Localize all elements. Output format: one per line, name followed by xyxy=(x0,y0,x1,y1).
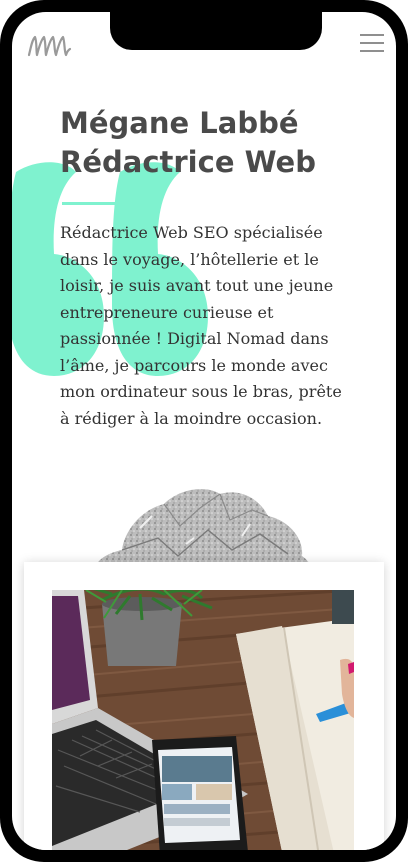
hero-bio: Rédactrice Web SEO spécialisée dans le v… xyxy=(60,223,342,428)
title-underline xyxy=(62,202,119,205)
screen: Mégane Labbé Rédactrice Web Rédactrice W… xyxy=(12,12,396,850)
photo-card xyxy=(24,562,384,850)
laptop-phone-notebook-desk-photo xyxy=(52,590,354,850)
hamburger-menu-icon[interactable] xyxy=(360,32,384,54)
hero-name: Mégane Labbé xyxy=(60,106,299,140)
menu-line xyxy=(360,50,384,52)
desk-photo-illustration xyxy=(52,590,354,850)
logo-icon[interactable] xyxy=(26,32,72,58)
menu-line xyxy=(360,42,384,44)
device-notch xyxy=(110,12,322,50)
phone-frame: Mégane Labbé Rédactrice Web Rédactrice W… xyxy=(0,0,408,862)
hero-title: Mégane Labbé Rédactrice Web xyxy=(60,104,380,182)
menu-line xyxy=(360,34,384,36)
hero-role: Rédactrice Web xyxy=(60,145,316,179)
